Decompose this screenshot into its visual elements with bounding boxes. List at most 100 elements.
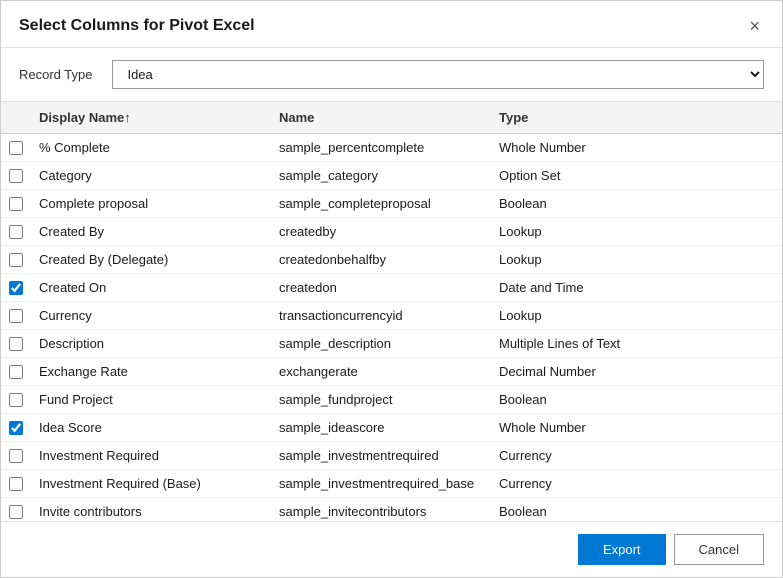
cell-display-name: Category	[31, 164, 271, 187]
table-row: Complete proposalsample_completeproposal…	[1, 190, 782, 218]
cell-type: Whole Number	[491, 136, 782, 159]
table-row: % Completesample_percentcompleteWhole Nu…	[1, 134, 782, 162]
table-container: Display Name↑ Name Type % Completesample…	[1, 102, 782, 521]
cell-type: Date and Time	[491, 276, 782, 299]
cell-type: Whole Number	[491, 416, 782, 439]
cell-name: sample_investmentrequired_base	[271, 472, 491, 495]
table-scroll: % Completesample_percentcompleteWhole Nu…	[1, 134, 782, 521]
cell-display-name: Idea Score	[31, 416, 271, 439]
row-checkbox-0[interactable]	[9, 141, 23, 155]
cell-display-name: Description	[31, 332, 271, 355]
checkbox-cell	[1, 501, 31, 522]
cell-display-name: Created By	[31, 220, 271, 243]
cell-type: Decimal Number	[491, 360, 782, 383]
table-row: Created OncreatedonDate and Time	[1, 274, 782, 302]
cell-type: Option Set	[491, 164, 782, 187]
checkbox-cell	[1, 249, 31, 271]
row-checkbox-1[interactable]	[9, 169, 23, 183]
table-row: Idea Scoresample_ideascoreWhole Number	[1, 414, 782, 442]
close-button[interactable]: ×	[745, 15, 764, 37]
cell-display-name: Exchange Rate	[31, 360, 271, 383]
row-checkbox-10[interactable]	[9, 421, 23, 435]
cell-name: sample_ideascore	[271, 416, 491, 439]
table-row: Created BycreatedbyLookup	[1, 218, 782, 246]
checkbox-cell	[1, 165, 31, 187]
cell-name: sample_investmentrequired	[271, 444, 491, 467]
checkbox-cell	[1, 445, 31, 467]
record-type-row: Record Type Idea	[1, 48, 782, 102]
table-row: Exchange RateexchangerateDecimal Number	[1, 358, 782, 386]
col-header-checkbox	[1, 110, 31, 125]
cell-display-name: % Complete	[31, 136, 271, 159]
cell-display-name: Created By (Delegate)	[31, 248, 271, 271]
cell-name: sample_fundproject	[271, 388, 491, 411]
cell-display-name: Investment Required	[31, 444, 271, 467]
row-checkbox-3[interactable]	[9, 225, 23, 239]
cell-type: Boolean	[491, 192, 782, 215]
checkbox-cell	[1, 473, 31, 495]
checkbox-cell	[1, 333, 31, 355]
export-button[interactable]: Export	[578, 534, 666, 565]
cell-type: Lookup	[491, 304, 782, 327]
cell-name: createdonbehalfby	[271, 248, 491, 271]
table-row: Investment Requiredsample_investmentrequ…	[1, 442, 782, 470]
record-type-select[interactable]: Idea	[112, 60, 764, 89]
row-checkbox-5[interactable]	[9, 281, 23, 295]
cell-name: createdby	[271, 220, 491, 243]
cell-type: Lookup	[491, 248, 782, 271]
dialog: Select Columns for Pivot Excel × Record …	[0, 0, 783, 578]
row-checkbox-9[interactable]	[9, 393, 23, 407]
row-checkbox-2[interactable]	[9, 197, 23, 211]
cancel-button[interactable]: Cancel	[674, 534, 764, 565]
col-header-display-name: Display Name↑	[31, 110, 271, 125]
cell-name: exchangerate	[271, 360, 491, 383]
dialog-title: Select Columns for Pivot Excel	[19, 17, 255, 35]
row-checkbox-7[interactable]	[9, 337, 23, 351]
row-checkbox-13[interactable]	[9, 505, 23, 519]
cell-type: Boolean	[491, 388, 782, 411]
row-checkbox-6[interactable]	[9, 309, 23, 323]
dialog-footer: Export Cancel	[1, 521, 782, 577]
cell-type: Multiple Lines of Text	[491, 332, 782, 355]
cell-type: Lookup	[491, 220, 782, 243]
cell-display-name: Complete proposal	[31, 192, 271, 215]
cell-name: transactioncurrencyid	[271, 304, 491, 327]
col-header-type: Type	[491, 110, 782, 125]
table-row: Invite contributorssample_invitecontribu…	[1, 498, 782, 521]
checkbox-cell	[1, 417, 31, 439]
row-checkbox-12[interactable]	[9, 477, 23, 491]
table-row: Categorysample_categoryOption Set	[1, 162, 782, 190]
checkbox-cell	[1, 137, 31, 159]
cell-name: createdon	[271, 276, 491, 299]
table-row: Fund Projectsample_fundprojectBoolean	[1, 386, 782, 414]
cell-display-name: Fund Project	[31, 388, 271, 411]
table-row: CurrencytransactioncurrencyidLookup	[1, 302, 782, 330]
cell-display-name: Investment Required (Base)	[31, 472, 271, 495]
cell-name: sample_category	[271, 164, 491, 187]
checkbox-cell	[1, 221, 31, 243]
row-checkbox-11[interactable]	[9, 449, 23, 463]
cell-name: sample_percentcomplete	[271, 136, 491, 159]
checkbox-cell	[1, 361, 31, 383]
checkbox-cell	[1, 305, 31, 327]
cell-type: Boolean	[491, 500, 782, 521]
cell-name: sample_description	[271, 332, 491, 355]
checkbox-cell	[1, 389, 31, 411]
cell-type: Currency	[491, 472, 782, 495]
checkbox-cell	[1, 193, 31, 215]
table-row: Descriptionsample_descriptionMultiple Li…	[1, 330, 782, 358]
table-row: Created By (Delegate)createdonbehalfbyLo…	[1, 246, 782, 274]
cell-type: Currency	[491, 444, 782, 467]
record-type-label: Record Type	[19, 67, 92, 82]
row-checkbox-8[interactable]	[9, 365, 23, 379]
cell-display-name: Invite contributors	[31, 500, 271, 521]
cell-name: sample_invitecontributors	[271, 500, 491, 521]
table-header: Display Name↑ Name Type	[1, 102, 782, 134]
row-checkbox-4[interactable]	[9, 253, 23, 267]
dialog-header: Select Columns for Pivot Excel ×	[1, 1, 782, 48]
checkbox-cell	[1, 277, 31, 299]
cell-display-name: Created On	[31, 276, 271, 299]
cell-display-name: Currency	[31, 304, 271, 327]
cell-name: sample_completeproposal	[271, 192, 491, 215]
table-row: Investment Required (Base)sample_investm…	[1, 470, 782, 498]
